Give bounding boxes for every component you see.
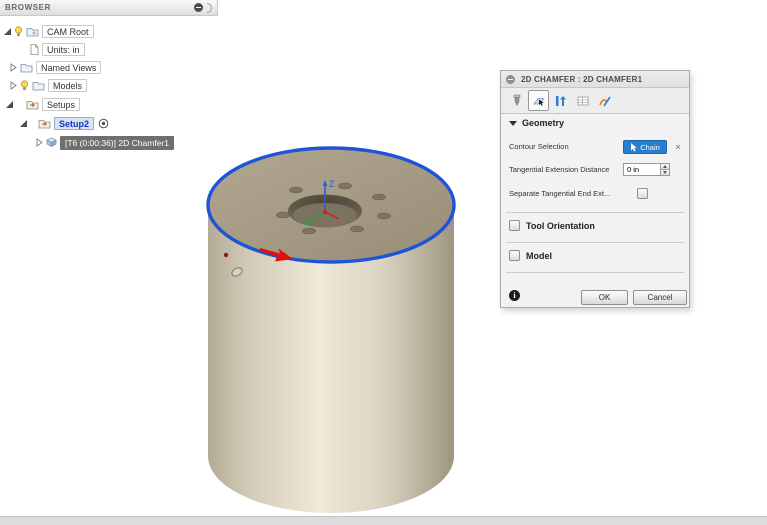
tool-orientation-label[interactable]: Tool Orientation (526, 220, 595, 232)
setups-folder-icon (26, 101, 39, 110)
cam-root-folder-icon (26, 28, 39, 37)
units-document-icon (30, 44, 39, 55)
tab-linking[interactable] (594, 90, 615, 111)
ok-button[interactable]: OK (581, 290, 628, 305)
dialog-tab-bar (501, 88, 689, 114)
tree-label[interactable]: Models (48, 79, 88, 92)
active-setup-indicator-icon[interactable] (98, 118, 109, 129)
section-divider (506, 242, 684, 243)
separate-tangential-label: Separate Tangential End Ext... (509, 189, 611, 198)
chain-button-label: Chain (640, 142, 660, 152)
tool-orientation-checkbox[interactable] (509, 220, 520, 231)
collapsed-arrow-icon[interactable] (10, 81, 17, 90)
setup-folder-icon (38, 120, 51, 129)
visibility-bulb-icon[interactable] (14, 26, 23, 37)
tree-item-models[interactable]: Models (0, 78, 88, 93)
tree-item-units[interactable]: Units: in (0, 42, 85, 57)
browser-collapse-icon[interactable] (194, 3, 203, 12)
tree-label[interactable]: Setups (42, 98, 81, 111)
geometry-section-header[interactable]: Geometry (509, 118, 564, 128)
tab-heights[interactable] (550, 90, 571, 111)
geometry-tab-icon (532, 97, 545, 106)
tree-label[interactable]: Units: in (42, 43, 85, 56)
browser-panel-header[interactable]: BROWSER (0, 0, 218, 16)
tree-label-setup2[interactable]: Setup2 (54, 117, 95, 130)
tree-item-setup2[interactable]: Setup2 (0, 116, 109, 131)
section-divider (506, 212, 684, 213)
tree-item-setups[interactable]: Setups (0, 97, 81, 112)
select-cursor-icon (631, 142, 637, 151)
2d-chamfer-dialog: 2D CHAMFER : 2D CHAMFER1 Geometry Contou… (500, 70, 690, 308)
tool-tab-icon (513, 94, 520, 106)
section-divider (506, 272, 684, 273)
models-folder-icon (32, 82, 45, 91)
tree-item-cam-root[interactable]: CAM Root (0, 24, 94, 39)
collapsed-arrow-icon[interactable] (36, 138, 43, 147)
tree-item-2d-chamfer1[interactable]: [T6 (0:00:36)] 2D Chamfer1 (0, 135, 174, 150)
linking-tab-icon (598, 96, 611, 106)
rim-selection-dot (223, 252, 229, 258)
status-strip (0, 516, 767, 525)
contour-selection-label: Contour Selection (509, 142, 569, 151)
visibility-bulb-icon[interactable] (20, 80, 29, 91)
viewport-3d-model[interactable]: Z (180, 138, 480, 523)
tab-tool[interactable] (506, 90, 527, 111)
expanded-arrow-icon[interactable] (6, 101, 13, 108)
cancel-button[interactable]: Cancel (633, 290, 687, 305)
model-checkbox[interactable] (509, 250, 520, 261)
browser-panel: BROWSER CAM Root Units: in Named Views M… (0, 0, 218, 160)
section-expanded-caret-icon (509, 120, 517, 126)
tab-geometry[interactable] (528, 90, 549, 111)
dialog-titlebar[interactable]: 2D CHAMFER : 2D CHAMFER1 (501, 71, 689, 88)
toolpath-operation-icon (46, 137, 57, 147)
tree-label-operation[interactable]: [T6 (0:00:36)] 2D Chamfer1 (60, 135, 174, 150)
tangential-extension-label: Tangential Extension Distance (509, 165, 610, 174)
tree-item-named-views[interactable]: Named Views (0, 60, 102, 75)
browser-chevron-icon[interactable] (207, 2, 212, 13)
clear-selection-icon[interactable]: × (673, 140, 683, 154)
chain-select-button[interactable]: Chain (623, 140, 667, 154)
application-window: Z BROWSER CAM Root Units: in Named Views… (0, 0, 767, 525)
collapsed-arrow-icon[interactable] (10, 63, 17, 72)
tab-passes[interactable] (572, 90, 593, 111)
browser-panel-title: BROWSER (5, 3, 51, 12)
stepper-up-button[interactable] (661, 163, 670, 170)
dialog-title: 2D CHAMFER : 2D CHAMFER1 (521, 74, 643, 84)
dialog-collapse-icon[interactable] (506, 74, 515, 84)
expanded-arrow-icon[interactable] (20, 120, 27, 127)
geometry-section-label: Geometry (522, 118, 565, 128)
tree-label[interactable]: CAM Root (42, 25, 94, 38)
passes-tab-icon (577, 96, 588, 105)
expanded-arrow-icon[interactable] (4, 28, 11, 35)
named-views-folder-icon (20, 64, 33, 73)
z-axis-label: Z (329, 179, 335, 189)
info-icon[interactable]: i (509, 290, 520, 301)
separate-tangential-checkbox[interactable] (637, 188, 648, 199)
tree-label[interactable]: Named Views (36, 61, 102, 74)
tangential-extension-input[interactable] (623, 163, 661, 176)
tangential-extension-stepper (661, 163, 670, 176)
heights-tab-icon (555, 95, 566, 106)
stepper-down-button[interactable] (661, 170, 670, 176)
model-label[interactable]: Model (526, 250, 552, 262)
